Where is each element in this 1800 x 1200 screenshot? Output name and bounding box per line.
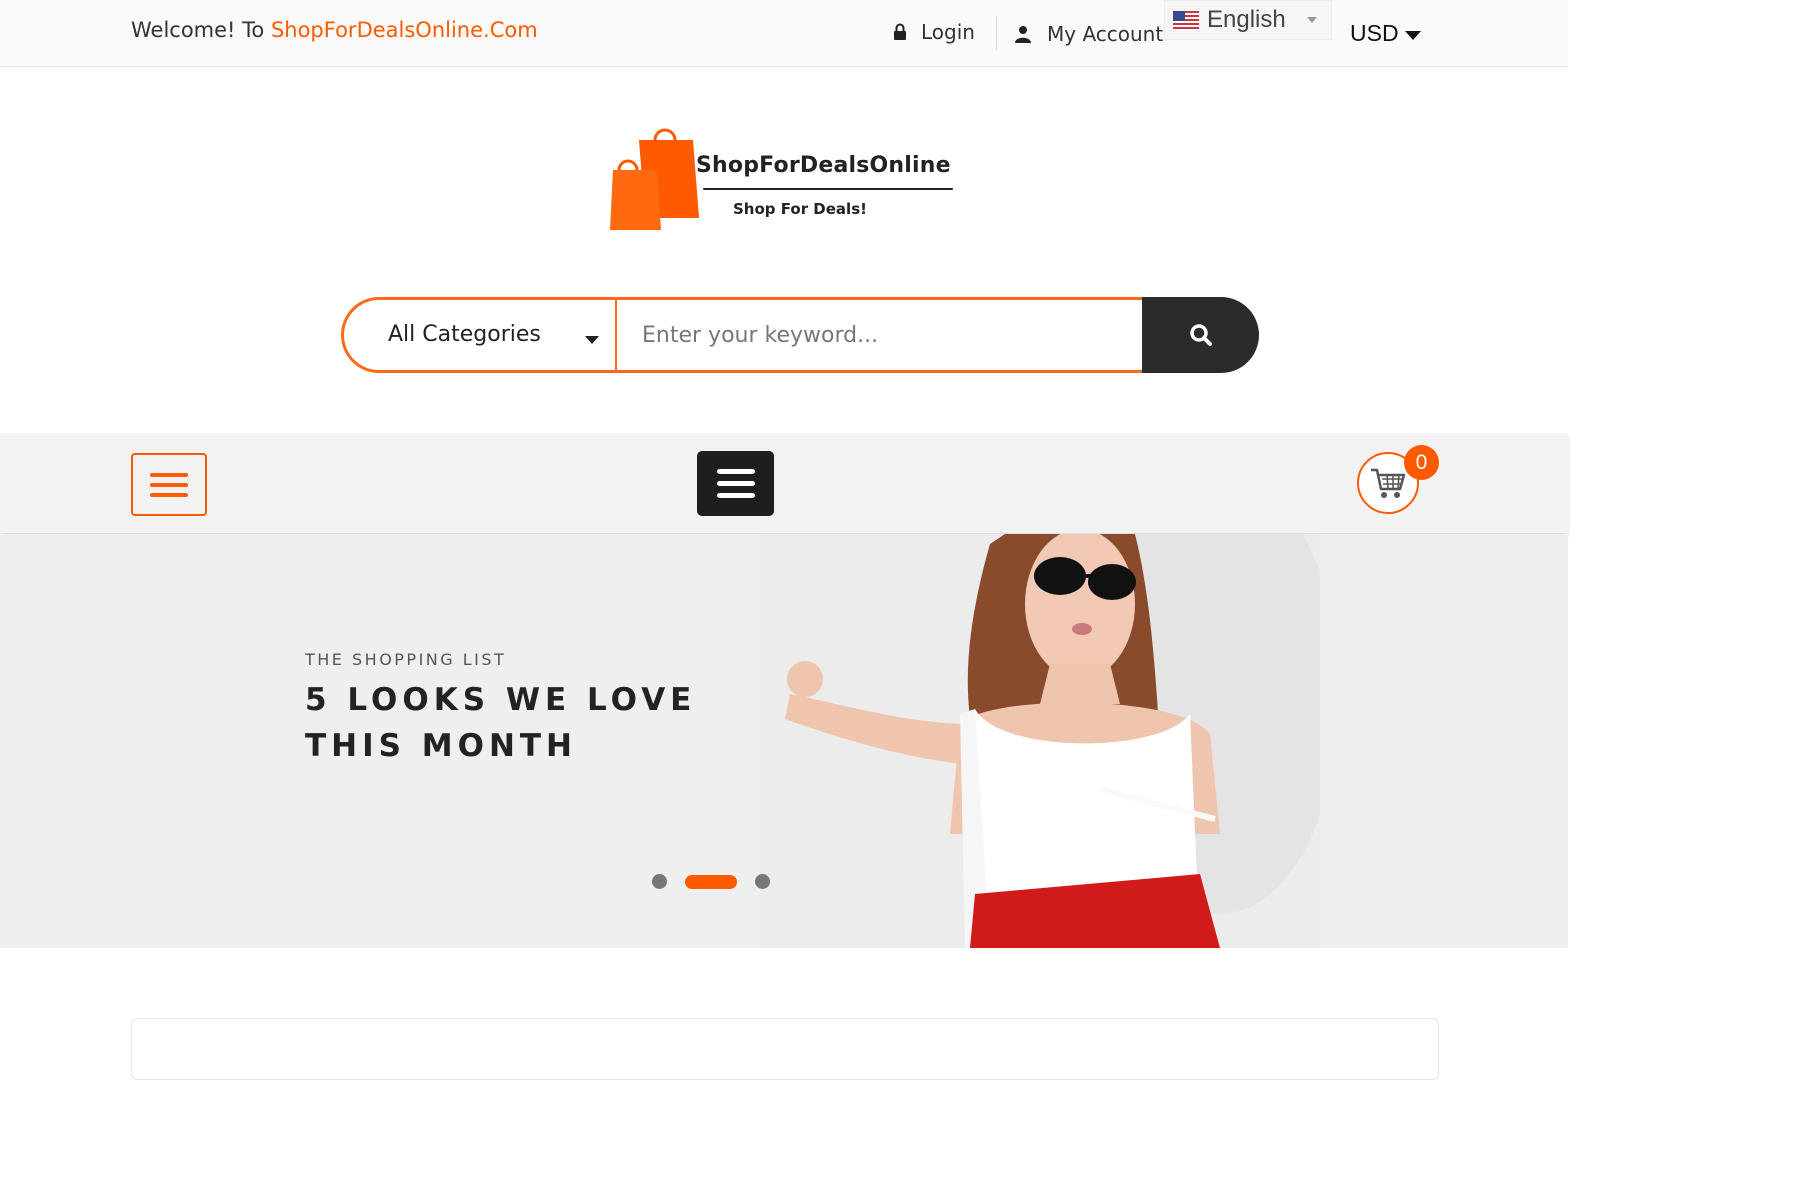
hamburger-line	[716, 493, 755, 498]
currency-label: USD	[1350, 20, 1399, 46]
top-bar: Welcome! To ShopForDealsOnline.Com Login…	[0, 0, 1568, 67]
logo-title: ShopForDealsOnline	[696, 153, 951, 178]
language-selector[interactable]: English	[1164, 0, 1332, 40]
welcome-brand-link[interactable]: ShopForDealsOnline.Com	[271, 18, 538, 42]
slider-dot-3[interactable]	[755, 874, 770, 889]
search-icon	[1189, 324, 1212, 346]
login-link[interactable]: Login	[893, 20, 975, 44]
my-account-label: My Account	[1047, 22, 1164, 46]
my-account-link[interactable]: My Account	[1015, 22, 1163, 46]
welcome-prefix: Welcome! To	[131, 18, 271, 42]
welcome-message: Welcome! To ShopForDealsOnline.Com	[131, 18, 538, 42]
nav-bar: 0	[0, 433, 1568, 533]
hamburger-line	[716, 469, 755, 474]
content-card	[131, 1018, 1439, 1080]
hamburger-line	[716, 481, 755, 486]
cart-count-badge: 0	[1404, 445, 1439, 480]
shopping-cart-icon	[1371, 468, 1406, 498]
search-input[interactable]	[618, 300, 1138, 370]
hamburger-line	[150, 482, 188, 487]
search-bar: All Categories	[341, 297, 1259, 373]
logo-tagline: Shop For Deals!	[733, 200, 867, 218]
category-caret-icon[interactable]	[585, 336, 599, 344]
user-icon	[1015, 26, 1031, 43]
hero-title: 5 LOOKS WE LOVE THIS MONTH	[305, 682, 697, 764]
language-caret-icon	[1307, 17, 1317, 23]
hamburger-line	[150, 472, 188, 477]
currency-selector[interactable]: USD	[1350, 20, 1421, 47]
topbar-divider	[996, 16, 997, 50]
login-label: Login	[921, 20, 975, 44]
category-menu-button[interactable]	[131, 453, 207, 516]
search-button[interactable]	[1142, 297, 1259, 373]
category-select[interactable]: All Categories	[388, 322, 541, 347]
site-logo[interactable]: ShopForDealsOnline Shop For Deals!	[607, 126, 957, 236]
shopping-bags-icon	[610, 128, 699, 230]
lock-icon	[894, 23, 906, 40]
hero-slider[interactable]: THE SHOPPING LIST 5 LOOKS WE LOVE THIS M…	[0, 534, 1568, 948]
hero-subtitle: THE SHOPPING LIST	[305, 650, 507, 669]
search-separator	[615, 300, 617, 370]
us-flag-icon	[1173, 11, 1199, 29]
slider-dots	[652, 874, 770, 889]
main-menu-button[interactable]	[697, 451, 774, 516]
currency-caret-icon	[1404, 31, 1421, 40]
hero-model-image	[760, 534, 1320, 948]
language-label: English	[1207, 6, 1286, 33]
search-box: All Categories	[341, 297, 1151, 373]
hamburger-line	[150, 492, 188, 497]
slider-dot-1[interactable]	[652, 874, 667, 889]
slider-dot-2[interactable]	[685, 874, 737, 889]
logo-underline	[703, 188, 953, 190]
